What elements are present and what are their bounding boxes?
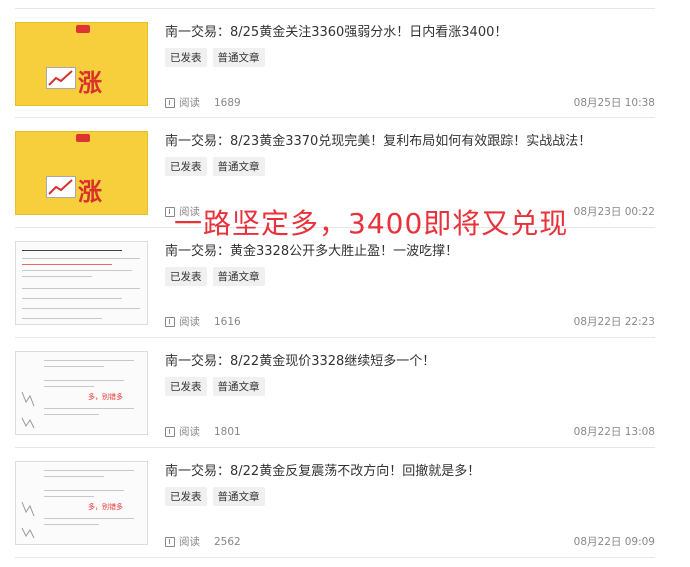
article-title[interactable]: 南一交易：8/25黄金关注3360强弱分水！日内看涨3400！	[165, 21, 507, 40]
book-icon	[165, 97, 175, 108]
chart-icon	[46, 67, 76, 89]
read-label: 阅读	[179, 316, 200, 328]
logo-badge	[76, 134, 90, 142]
book-icon	[165, 426, 175, 437]
publish-date: 08月22日 09:09	[573, 536, 655, 548]
tag-group: 已发表 普通文章	[165, 157, 265, 176]
book-icon	[165, 536, 175, 547]
book-icon	[165, 316, 175, 327]
list-item[interactable]: 涨 南一交易：8/25黄金关注3360强弱分水！日内看涨3400！ 已发表 普通…	[15, 8, 655, 118]
article-title[interactable]: 南一交易：8/23黄金3370兑现完美！复利布局如何有效跟踪！实战战法！	[165, 130, 591, 149]
type-badge: 普通文章	[212, 48, 265, 67]
status-badge: 已发表	[165, 157, 207, 176]
article-thumbnail[interactable]: 多，别错多	[15, 351, 148, 435]
type-badge: 普通文章	[212, 487, 265, 506]
thumbnail-caption: 多，别错多	[88, 393, 123, 401]
article-thumbnail[interactable]: 涨	[15, 131, 148, 215]
read-count: 1616	[214, 315, 241, 328]
read-stats: 阅读 1616	[165, 314, 241, 329]
publish-date: 08月23日 00:22	[573, 206, 655, 218]
list-item[interactable]: 南一交易：黄金3328公开多大胜止盈！一波吃撑！ 已发表 普通文章 阅读 161…	[15, 228, 655, 338]
logo-badge	[76, 25, 90, 33]
read-stats: 阅读 2562	[165, 534, 241, 549]
status-badge: 已发表	[165, 377, 207, 396]
read-label: 阅读	[179, 426, 200, 438]
publish-date: 08月22日 13:08	[573, 426, 655, 438]
overlay-banner-text: 一路坚定多，3400即将又兑现	[174, 207, 569, 240]
thumbnail-caption: 多，别错多	[88, 503, 123, 511]
read-stats: 阅读 1801	[165, 424, 241, 439]
article-list: 涨 南一交易：8/25黄金关注3360强弱分水！日内看涨3400！ 已发表 普通…	[15, 8, 655, 558]
tag-group: 已发表 普通文章	[165, 377, 265, 396]
tag-group: 已发表 普通文章	[165, 267, 265, 286]
article-title[interactable]: 南一交易：8/22黄金反复震荡不改方向！回撤就是多！	[165, 460, 480, 479]
status-badge: 已发表	[165, 487, 207, 506]
list-item[interactable]: 多，别错多 南一交易：8/22黄金反复震荡不改方向！回撤就是多！ 已发表 普通文…	[15, 448, 655, 558]
article-thumbnail[interactable]: 涨	[15, 22, 148, 106]
read-label: 阅读	[179, 536, 200, 548]
article-thumbnail[interactable]: 多，别错多	[15, 461, 148, 545]
thumbnail-caption: 涨	[78, 68, 102, 97]
read-stats: 阅读 1689	[165, 95, 241, 110]
type-badge: 普通文章	[212, 157, 265, 176]
read-count: 2562	[214, 535, 241, 548]
status-badge: 已发表	[165, 48, 207, 67]
article-title[interactable]: 南一交易：8/22黄金现价3328继续短多一个！	[165, 350, 435, 369]
publish-date: 08月22日 22:23	[573, 316, 655, 328]
list-item[interactable]: 多，别错多 南一交易：8/22黄金现价3328继续短多一个！ 已发表 普通文章 …	[15, 338, 655, 448]
type-badge: 普通文章	[212, 267, 265, 286]
publish-date: 08月25日 10:38	[573, 97, 655, 109]
read-count: 1689	[214, 96, 241, 109]
type-badge: 普通文章	[212, 377, 265, 396]
thumbnail-caption: 涨	[78, 177, 102, 206]
chart-icon	[46, 176, 76, 198]
article-thumbnail[interactable]	[15, 241, 148, 325]
read-count: 1801	[214, 425, 241, 438]
read-label: 阅读	[179, 97, 200, 109]
status-badge: 已发表	[165, 267, 207, 286]
tag-group: 已发表 普通文章	[165, 487, 265, 506]
article-title[interactable]: 南一交易：黄金3328公开多大胜止盈！一波吃撑！	[165, 240, 458, 259]
tag-group: 已发表 普通文章	[165, 48, 265, 67]
